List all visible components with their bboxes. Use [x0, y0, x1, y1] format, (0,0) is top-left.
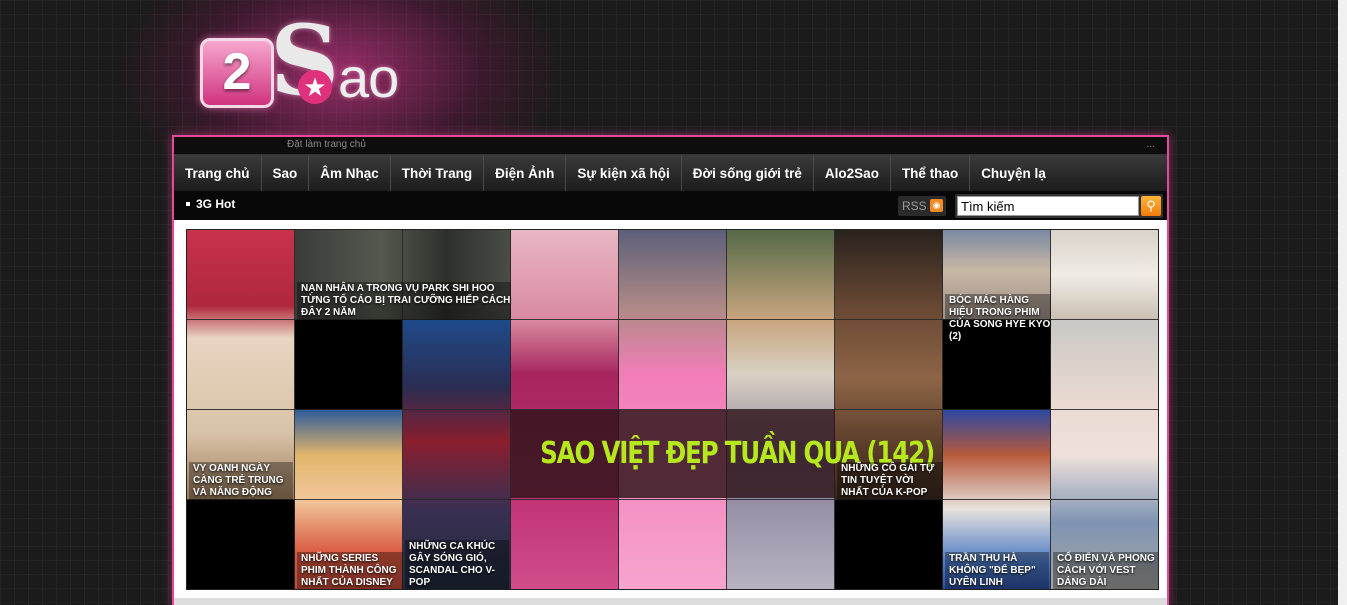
caption-vpop-scandal[interactable]: NHỮNG CA KHÚC GÂY SÓNG GIÓ, SCANDAL CHO …	[405, 540, 509, 589]
nav-item-the-thao[interactable]: Thể thao	[891, 155, 971, 191]
nav-item-alo2sao[interactable]: Alo2Sao	[814, 155, 891, 191]
star-icon: ★	[298, 70, 332, 104]
caption-kpop[interactable]: NHỮNG CÔ GÁI TỰ TIN TUYỆT VỜI NHẤT CỦA K…	[837, 462, 943, 500]
photo-mosaic: SAO VIỆT ĐẸP TUẦN QUA (142) NẠN NHÂN A T…	[186, 229, 1159, 590]
logo-letters-ao: ao	[338, 46, 399, 109]
search-box: ⚲	[955, 194, 1163, 218]
page-scrollbar[interactable]	[1338, 0, 1347, 605]
more-dots[interactable]: ...	[1147, 139, 1155, 150]
nav-item-trang-chu[interactable]: Trang chủ	[174, 155, 262, 191]
main-nav: Trang chủ Sao Âm Nhạc Thời Trang Điện Ản…	[174, 155, 1167, 191]
nav-item-chuyen-la[interactable]: Chuyện lạ	[970, 155, 1057, 191]
search-button[interactable]: ⚲	[1141, 196, 1161, 216]
nav-item-su-kien-xa-hoi[interactable]: Sự kiện xã hội	[566, 155, 682, 191]
caption-vy-oanh[interactable]: VY OANH NGÀY CÀNG TRẺ TRUNG VÀ NĂNG ĐỘNG	[189, 462, 293, 500]
nav-item-doi-song-gioi-tre[interactable]: Đời sống giới trẻ	[682, 155, 814, 191]
hot-link[interactable]: 3G Hot	[196, 197, 235, 211]
sub-bar: 3G Hot RSS ◉ ⚲	[174, 191, 1167, 220]
photo-vy-oanh[interactable]	[187, 230, 295, 500]
search-input[interactable]	[957, 196, 1139, 216]
caption-park-shi-hoo[interactable]: NẠN NHÂN A TRONG VỤ PARK SHI HOO TỪNG TỐ…	[297, 282, 511, 320]
caption-tran-thu-ha[interactable]: TRẦN THU HÀ KHÔNG "ĐỂ BẸP" UYÊN LINH	[945, 552, 1049, 589]
top-bar: Đặt làm trang chủ ...	[174, 137, 1167, 155]
rss-button[interactable]: RSS ◉	[898, 196, 946, 216]
nav-item-dien-anh[interactable]: Điện Ảnh	[484, 155, 567, 191]
rss-label: RSS	[902, 199, 927, 213]
set-homepage-link[interactable]: Đặt làm trang chủ	[287, 139, 366, 150]
caption-song-hye-kyo[interactable]: BÓC MÁC HÀNG HIỆU TRONG PHIM CỦA SONG HY…	[945, 294, 1051, 344]
search-icon: ⚲	[1146, 198, 1156, 213]
photo-pink-blazer[interactable]	[1051, 320, 1158, 589]
site-logo[interactable]: 2 S ★ ao	[200, 6, 430, 118]
caption-disney[interactable]: NHỮNG SERIES PHIM THÀNH CÔNG NHẤT CỦA DI…	[297, 552, 403, 589]
rss-icon: ◉	[930, 199, 943, 212]
grid-line	[187, 499, 1158, 500]
grid-line	[294, 230, 295, 589]
bullet-icon	[186, 202, 190, 206]
bottom-strip	[174, 598, 1167, 605]
nav-item-sao[interactable]: Sao	[262, 155, 310, 191]
grid-line	[942, 230, 943, 589]
logo-digit: 2	[222, 43, 252, 101]
nav-item-thoi-trang[interactable]: Thời Trang	[391, 155, 485, 191]
feature-title[interactable]: SAO VIỆT ĐẸP TUẦN QUA (142)	[540, 430, 935, 478]
photo-white-coat[interactable]	[1051, 230, 1158, 320]
grid-line	[1050, 230, 1051, 589]
nav-item-am-nhac[interactable]: Âm Nhạc	[309, 155, 391, 191]
caption-vest[interactable]: CỔ ĐIỂN VÀ PHONG CÁCH VỚI VEST DÁNG DÀI	[1053, 552, 1158, 589]
